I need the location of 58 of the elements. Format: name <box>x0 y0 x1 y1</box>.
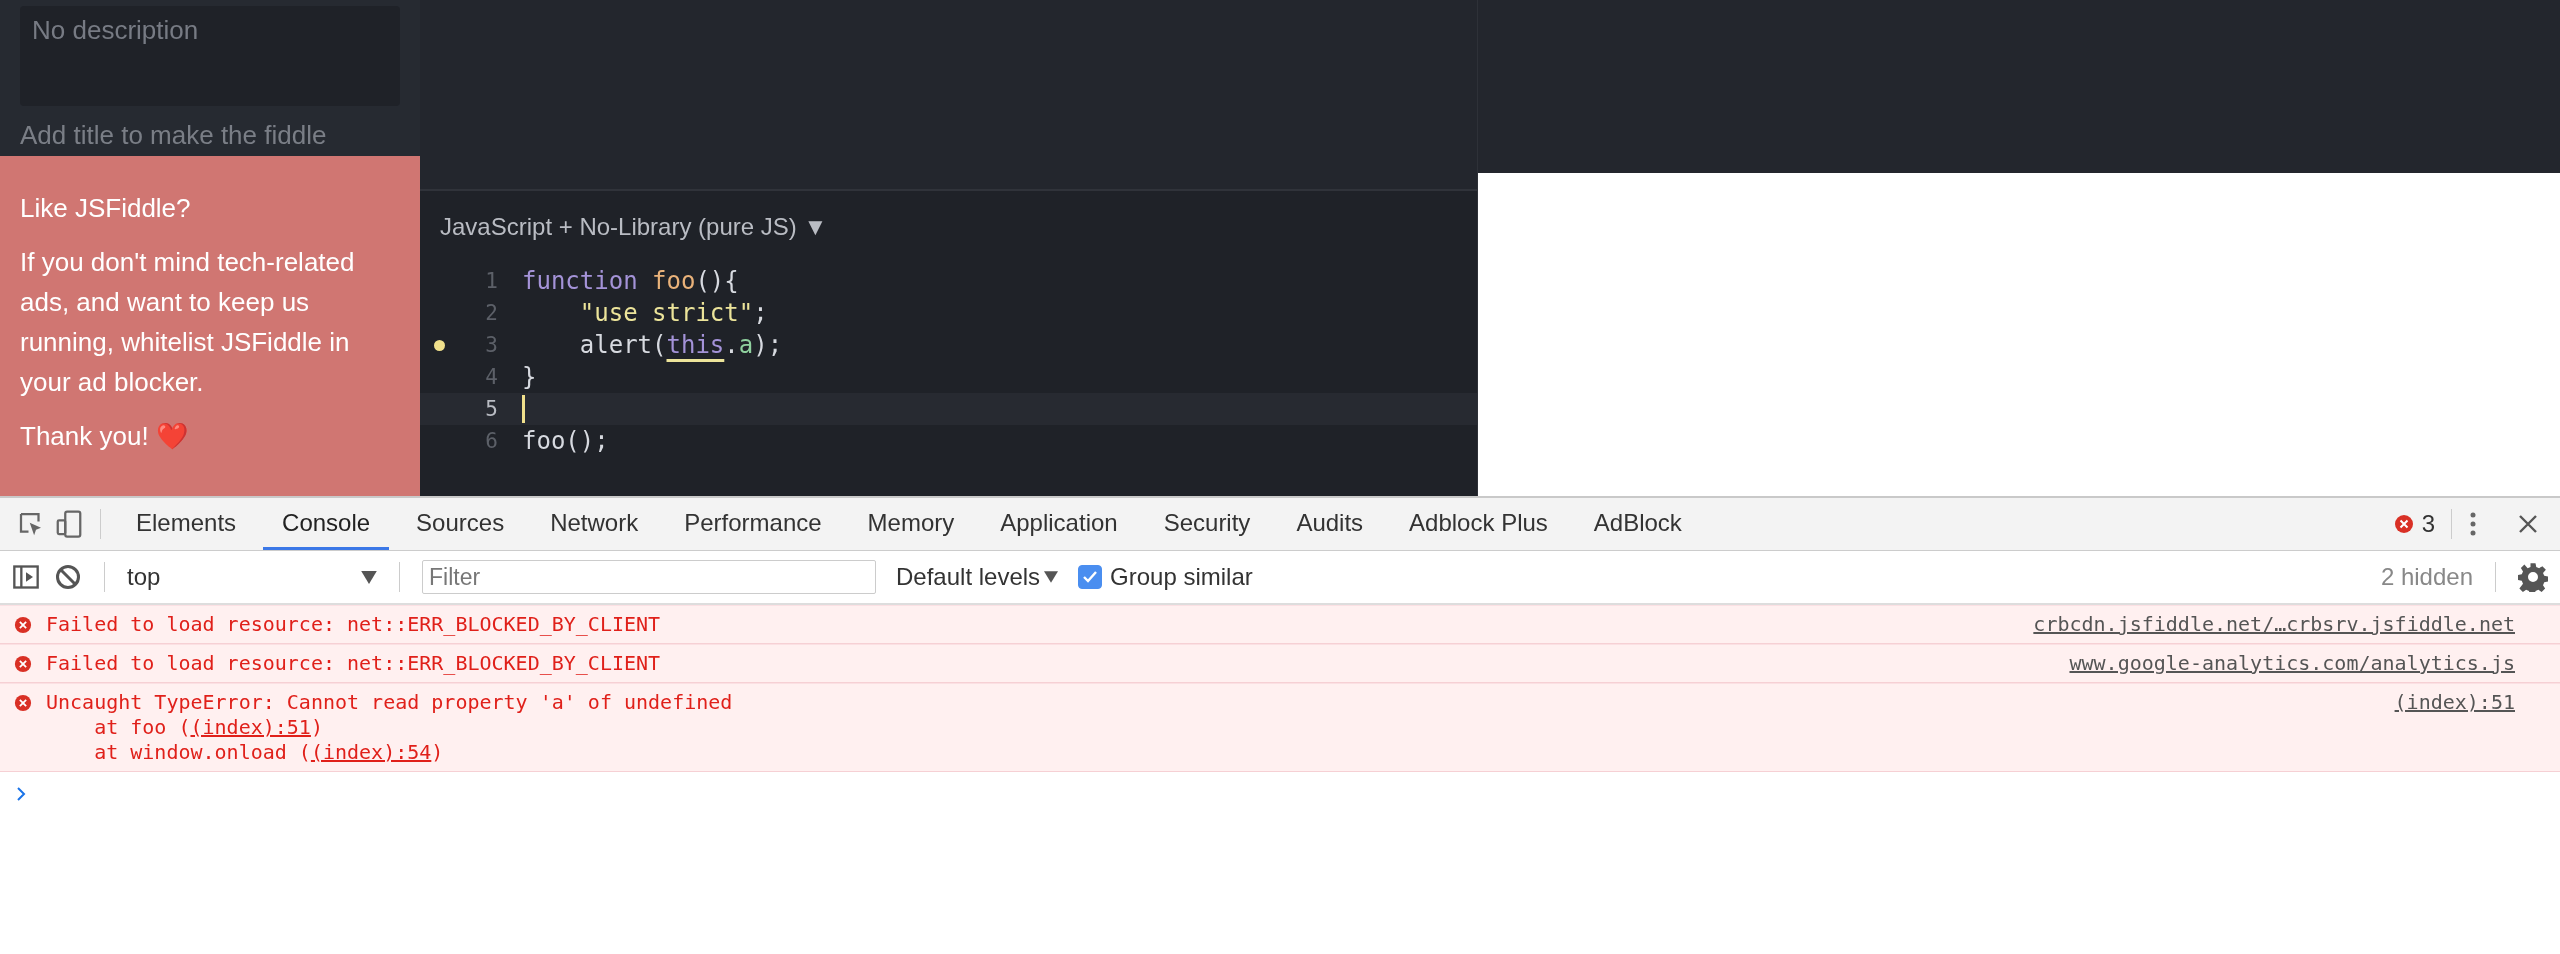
device-icon[interactable] <box>54 509 84 539</box>
text-cursor <box>522 395 525 423</box>
error-icon <box>14 694 32 712</box>
error-text: Uncaught TypeError: Cannot read property 'a' of undefined <box>46 690 734 715</box>
levels-dropdown[interactable]: Default levels <box>890 562 1065 592</box>
ad-body: If you don't mind tech-related ads, and want to keep us running, whitelist JSFiddle in your ad blocker. <box>20 246 356 399</box>
warning-dot-icon <box>433 339 445 351</box>
line-number: 6 <box>484 429 498 453</box>
caret-icon <box>361 570 377 584</box>
language-selector[interactable]: JavaScript + No-Library (pure JS) ▼ <box>440 213 828 240</box>
devtools-tab[interactable]: Audits <box>1277 498 1383 550</box>
line-number: 5 <box>484 397 498 421</box>
context-selector[interactable]: top <box>127 563 377 591</box>
devtools-tab[interactable]: AdBlock <box>1574 498 1701 550</box>
stack-trace-line: at window.onload ((index):54) <box>93 740 445 765</box>
group-similar-checkbox[interactable] <box>1078 565 1103 589</box>
devtools-tab[interactable]: Elements <box>117 498 256 550</box>
source-link[interactable]: www.google-analytics.com/analytics.js <box>2069 651 2515 676</box>
settings-icon[interactable] <box>2518 562 2548 592</box>
error-icon <box>14 655 32 673</box>
error-count[interactable]: 3 <box>2421 510 2435 538</box>
code-line: alert(this.a); <box>579 331 783 359</box>
caret-icon <box>1044 571 1059 583</box>
source-link[interactable]: (index):51 <box>2394 690 2515 715</box>
sidebar-toggle-icon[interactable] <box>12 563 40 591</box>
hint-text: Add title to make the fiddle <box>20 120 328 151</box>
devtools-tab[interactable]: Adblock Plus <box>1390 498 1567 550</box>
hidden-count: 2 hidden <box>2380 563 2473 591</box>
devtools-tab[interactable]: Application <box>981 498 1137 550</box>
stack-trace-line: at foo ((index):51) <box>93 715 324 740</box>
line-number: 3 <box>484 333 498 357</box>
prompt-chevron-icon <box>16 787 26 801</box>
devtools-tab[interactable]: Console <box>263 498 390 550</box>
devtools-tab[interactable]: Sources <box>397 498 524 550</box>
group-similar-label: Group similar <box>1110 563 1253 591</box>
error-icon <box>2393 514 2414 534</box>
error-text: Failed to load resource: net::ERR_BLOCKED_BY_CLIENT <box>46 651 662 676</box>
ad-thanks: Thank you! ❤ <box>20 420 189 453</box>
error-icon <box>14 616 32 634</box>
clear-icon[interactable] <box>54 563 82 591</box>
source-link[interactable]: crbcdn.jsfiddle.net/…crbsrv.jsfiddle.net <box>2033 612 2515 637</box>
line-number: 2 <box>484 301 498 325</box>
source-link[interactable]: (index):54 <box>310 740 432 764</box>
devtools-tab[interactable]: Security <box>1144 498 1270 550</box>
devtools-tab[interactable]: Network <box>531 498 658 550</box>
devtools-tab[interactable]: Performance <box>665 498 841 550</box>
code-line: "use strict"; <box>579 299 768 327</box>
code-line: function foo(){ <box>522 267 739 295</box>
line-number: 4 <box>484 365 498 389</box>
filter-field[interactable]: Filter <box>422 560 876 594</box>
error-text: Failed to load resource: net::ERR_BLOCKED_BY_CLIENT <box>46 612 662 637</box>
code-line: } <box>522 363 537 391</box>
ad-title: Like JSFiddle? <box>20 192 192 225</box>
line-number: 1 <box>484 269 498 293</box>
devtools-tab[interactable]: Memory <box>848 498 974 550</box>
description-field[interactable]: No description <box>20 6 400 106</box>
code-line: foo(); <box>522 427 609 455</box>
source-link[interactable]: (index):51 <box>190 715 311 739</box>
